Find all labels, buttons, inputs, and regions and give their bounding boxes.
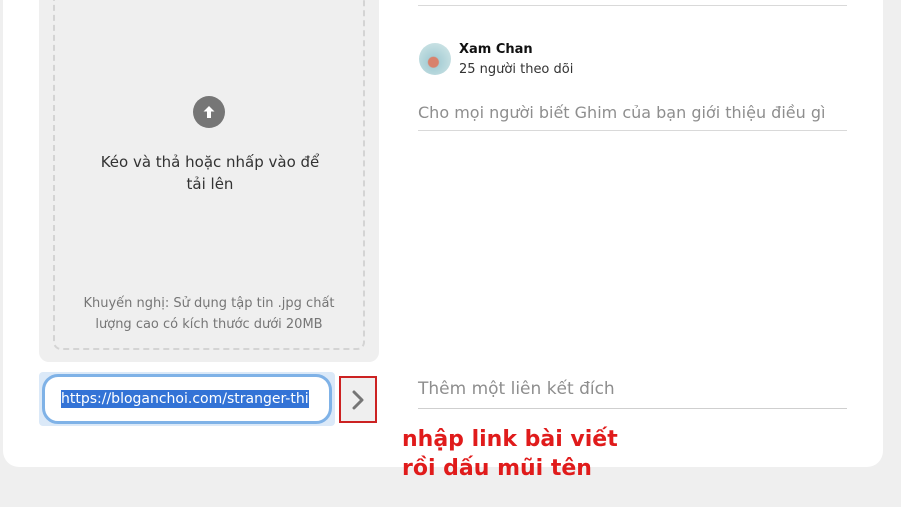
image-url-input[interactable]: https://bloganchoi.com/stranger-thi	[42, 374, 332, 424]
chevron-right-icon	[352, 390, 364, 409]
upload-recommendation: Khuyến nghị: Sử dụng tập tin .jpg chất l…	[83, 296, 335, 332]
arrow-up-circle-icon[interactable]	[193, 96, 225, 128]
upload-instruction: Kéo và thả hoặc nhấp vào để tải lên	[100, 153, 320, 193]
annotation-line-1: nhập link bài viết	[402, 427, 618, 452]
destination-link-input[interactable]: Thêm một liên kết đích	[418, 376, 847, 409]
follower-count: 25 người theo dõi	[459, 62, 574, 77]
instruction-annotation: nhập link bài viết rồi dấu mũi tên	[402, 425, 662, 483]
submit-url-button[interactable]	[339, 376, 377, 423]
title-field-underline	[418, 5, 847, 6]
url-input-value: https://bloganchoi.com/stranger-thi	[61, 390, 309, 408]
profile-name[interactable]: Xam Chan	[459, 42, 533, 57]
annotation-line-2: rồi dấu mũi tên	[402, 456, 592, 481]
description-input[interactable]: Cho mọi người biết Ghim của bạn giới thi…	[418, 100, 847, 131]
avatar[interactable]	[419, 43, 451, 75]
